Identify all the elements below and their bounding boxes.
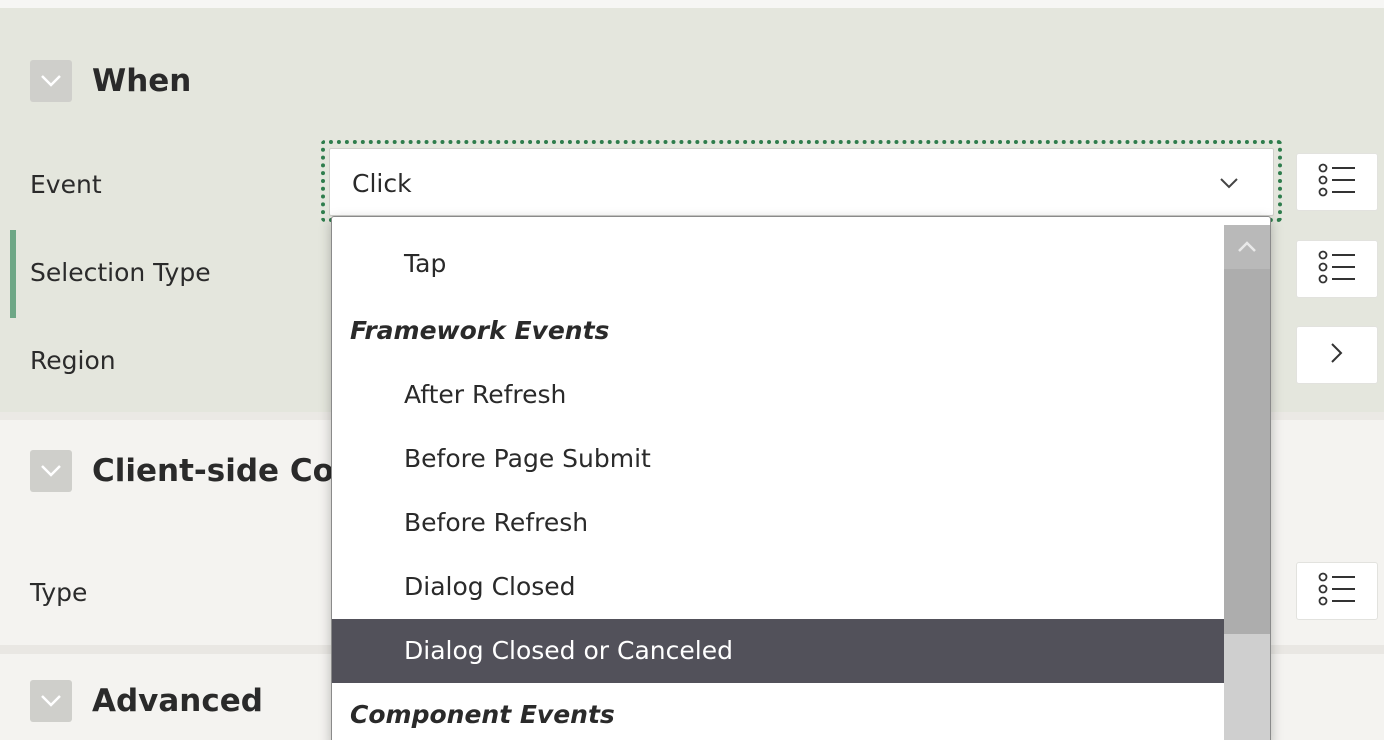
section-title-client-side: Client-side Co: [92, 453, 334, 489]
row-active-indicator: [10, 230, 16, 318]
option-group-header: Framework Events: [350, 316, 610, 345]
region-navigate-button[interactable]: [1296, 326, 1378, 384]
selection-type-list-picker-button[interactable]: [1296, 240, 1378, 298]
list-picker-icon: [1317, 572, 1357, 610]
section-title-when: When: [92, 63, 192, 99]
chevron-down-icon[interactable]: [30, 680, 72, 722]
chevron-up-icon: [1237, 238, 1257, 257]
dropdown-scrollbar[interactable]: [1224, 225, 1270, 740]
event-dropdown-list: Tap Framework Events After Refresh Before P…: [331, 216, 1271, 740]
event-select[interactable]: Click: [329, 148, 1274, 216]
scrollbar-thumb[interactable]: [1224, 269, 1270, 634]
dropdown-options: Tap Framework Events After Refresh Before P…: [332, 217, 1224, 740]
dropdown-option[interactable]: Before Refresh: [332, 491, 1224, 555]
client-side-section-header[interactable]: Client-side Co: [30, 450, 334, 492]
dropdown-option[interactable]: Before Page Submit: [332, 427, 1224, 491]
event-list-picker-button[interactable]: [1296, 153, 1378, 211]
list-picker-icon: [1317, 250, 1357, 288]
option-group-header: Component Events: [350, 700, 615, 729]
property-editor: When Event Selection Type Region Client-…: [0, 0, 1384, 740]
chevron-right-icon: [1330, 342, 1344, 368]
scroll-up-button[interactable]: [1224, 225, 1270, 269]
scrollbar-track[interactable]: [1224, 634, 1270, 740]
section-title-advanced: Advanced: [92, 683, 263, 719]
advanced-section-header[interactable]: Advanced: [30, 680, 263, 722]
dropdown-option[interactable]: Tap: [332, 217, 1224, 299]
event-label: Event: [30, 170, 102, 199]
dropdown-option[interactable]: Dialog Closed: [332, 555, 1224, 619]
chevron-down-icon[interactable]: [30, 60, 72, 102]
chevron-down-icon[interactable]: [1219, 174, 1239, 193]
when-section-header[interactable]: When: [30, 60, 191, 102]
type-label: Type: [30, 578, 88, 607]
selection-type-label: Selection Type: [30, 258, 211, 287]
list-picker-icon: [1317, 163, 1357, 201]
type-list-picker-button[interactable]: [1296, 562, 1378, 620]
event-select-value: Click: [352, 169, 412, 198]
dropdown-option[interactable]: After Refresh: [332, 363, 1224, 427]
region-label: Region: [30, 346, 116, 375]
chevron-down-icon[interactable]: [30, 450, 72, 492]
dropdown-option-highlighted[interactable]: Dialog Closed or Canceled: [332, 619, 1224, 683]
